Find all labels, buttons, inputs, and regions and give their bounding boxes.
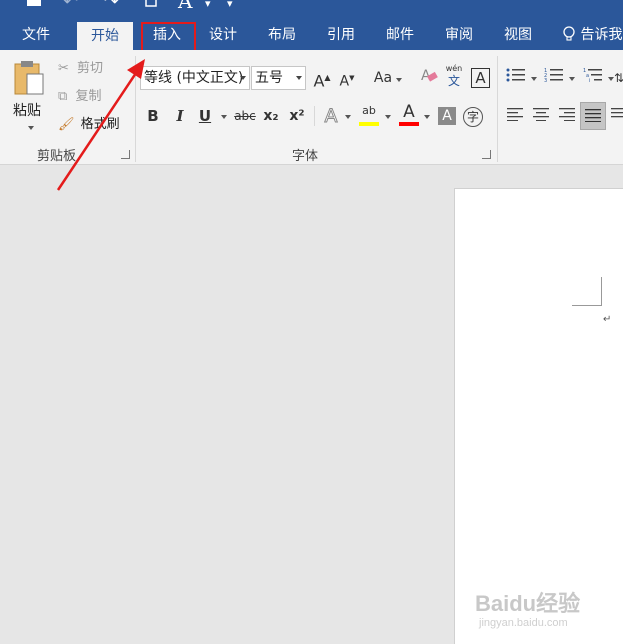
baidu-watermark-logo: Baidu经验 — [475, 591, 581, 616]
annotation-arrow — [56, 59, 145, 191]
word-window: ↶ ↷ A ▾ ▾ 文件 开始 插入 设计 布局 引用 邮件 审阅 视图 告诉我 — [0, 0, 623, 644]
baidu-watermark-url: jingyan.baidu.com — [479, 617, 568, 629]
